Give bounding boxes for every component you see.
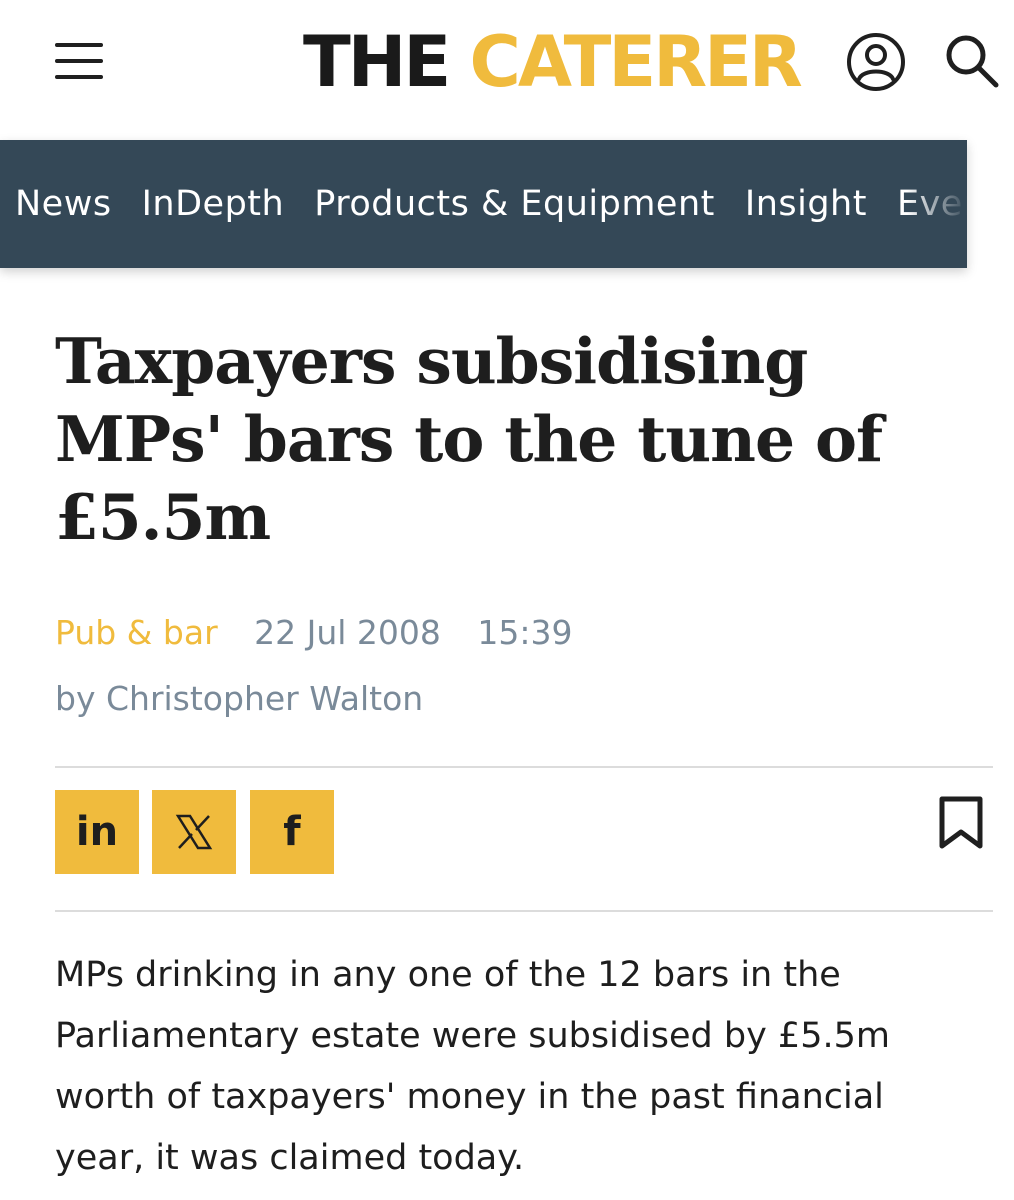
linkedin-share-button[interactable]: in [55,790,139,874]
site-header: THE CATERER [0,0,1014,140]
nav-item-products-equipment[interactable]: Products & Equipment [314,184,715,224]
divider-top [55,766,993,768]
nav-list: News InDepth Products & Equipment Insigh… [15,140,967,268]
article-headline: Taxpayers subsidising MPs' bars to the t… [55,324,883,554]
x-icon [175,814,213,850]
x-share-button[interactable] [152,790,236,874]
facebook-icon: f [283,809,301,855]
logo-caterer-text: CATERER [469,21,803,103]
nav-item-indepth[interactable]: InDepth [142,184,285,224]
nav-item-news[interactable]: News [15,184,112,224]
bookmark-icon[interactable] [938,796,984,850]
nav-item-events[interactable]: Even [897,184,967,224]
article-body: MPs drinking in any one of the 12 bars i… [55,955,890,1178]
account-icon[interactable] [846,32,906,92]
menu-icon[interactable] [55,43,103,79]
main-nav: News InDepth Products & Equipment Insigh… [0,140,967,268]
article-category-link[interactable]: Pub & bar [55,613,218,652]
divider-bottom [55,910,993,912]
byline-prefix: by [55,679,96,718]
facebook-share-button[interactable]: f [250,790,334,874]
article-meta: Pub & bar 22 Jul 2008 15:39 [55,610,573,656]
linkedin-icon: in [75,809,119,855]
article-byline: by Christopher Walton [55,676,423,722]
author-link[interactable]: Christopher Walton [106,679,423,718]
search-icon[interactable] [944,33,1000,89]
nav-item-insight[interactable]: Insight [745,184,867,224]
article-date: 22 Jul 2008 [254,613,441,652]
logo-the-text: THE [303,21,451,103]
article-time: 15:39 [477,613,573,652]
site-logo[interactable]: THE CATERER [303,20,803,104]
